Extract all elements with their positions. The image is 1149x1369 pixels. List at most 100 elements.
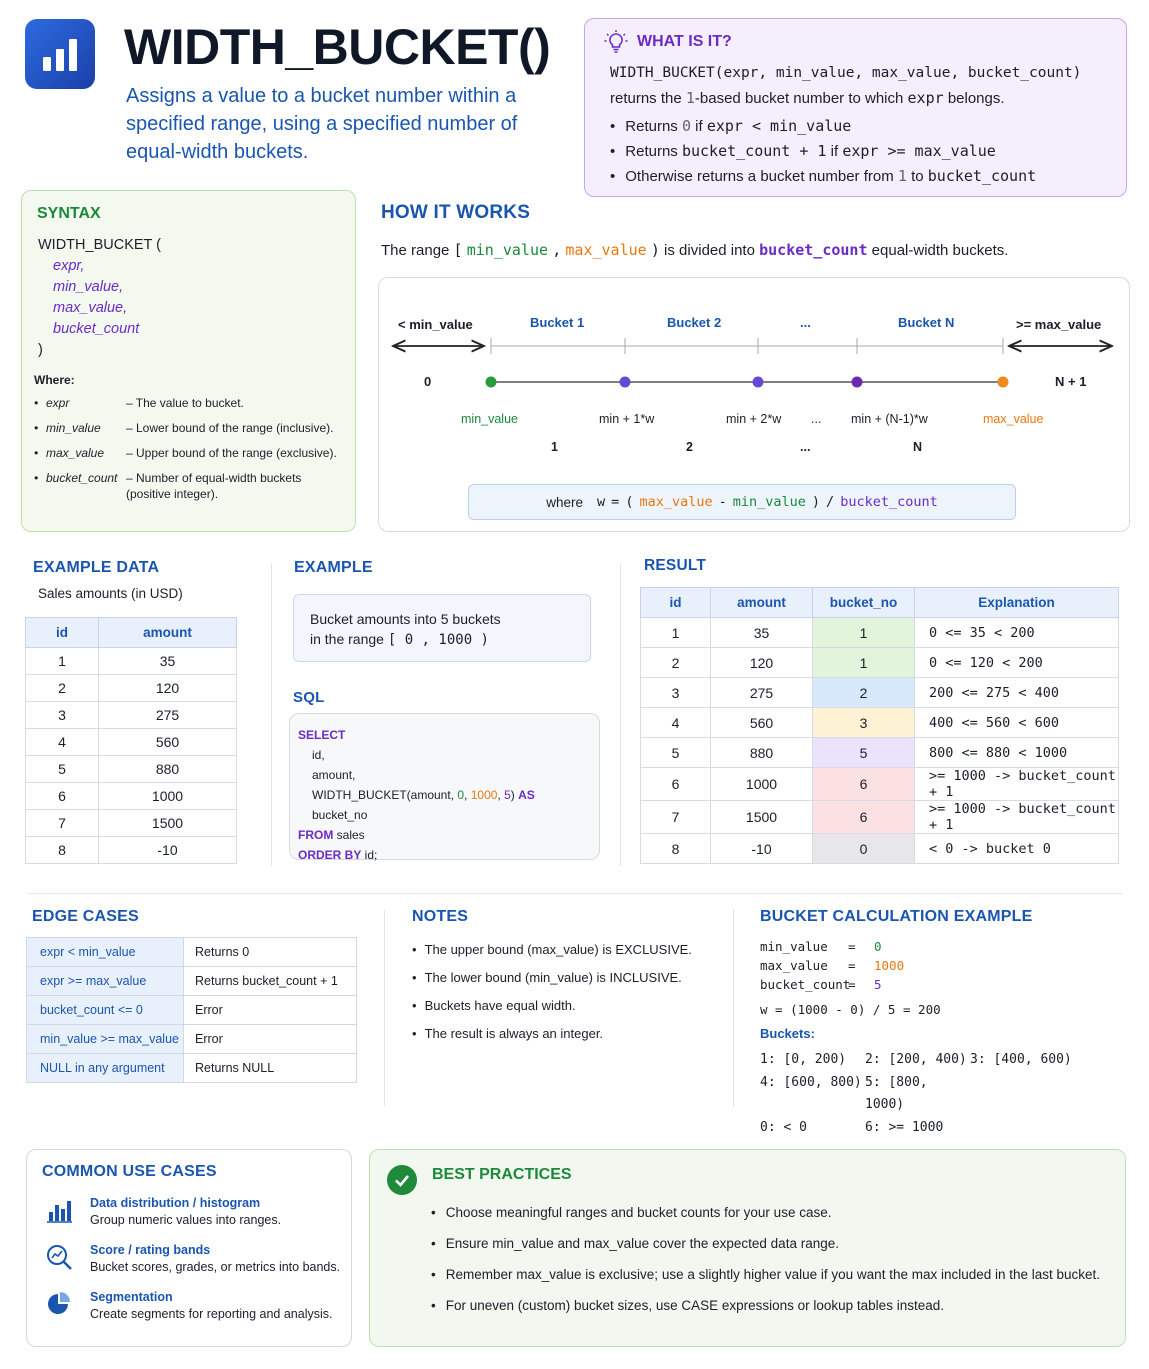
calc-var-value: 0 <box>874 939 882 954</box>
edge-case-result: Error <box>183 995 357 1025</box>
point-label-min: min_value <box>461 412 518 426</box>
table-cell: 35 <box>98 647 237 675</box>
list-item: Remember max_value is exclusive; use a s… <box>431 1267 1100 1298</box>
desc-text-mid: -based bucket number to which <box>694 90 908 107</box>
sql-from-line: FROM sales <box>298 825 591 845</box>
sql-column: amount, <box>312 768 356 782</box>
table-cell: 1500 <box>98 809 237 837</box>
lightbulb-icon <box>604 30 628 53</box>
definition-key: bucket_count <box>34 470 126 502</box>
example-data-title: EXAMPLE DATA <box>33 559 160 576</box>
list-item: Returns bucket_count + 1 if expr >= max_… <box>610 142 1036 163</box>
table-cell: -10 <box>98 836 237 864</box>
table-cell-explanation: 800 <= 880 < 1000 <box>914 737 1119 768</box>
notes-list: The upper bound (max_value) is EXCLUSIVE… <box>412 942 692 1054</box>
table-row: 5 880 5 800 <= 880 < 1000 <box>640 737 1119 768</box>
table-cell-bucket: 5 <box>812 737 915 768</box>
table-cell: 3 <box>25 701 99 729</box>
use-case-item: Segmentation Create segments for reportin… <box>45 1290 333 1321</box>
calc-var-name: min_value <box>760 939 828 954</box>
edge-case-condition: expr >= max_value <box>26 966 184 996</box>
table-row: 8 -10 0 < 0 -> bucket 0 <box>640 833 1119 864</box>
bracket: [ <box>453 241 463 259</box>
point-label-n1w: min + (N-1)*w <box>851 412 928 426</box>
formula-w: w <box>597 494 606 510</box>
point-2w <box>752 376 764 388</box>
where-label: Where: <box>34 373 75 387</box>
point-label-ellipsis: ... <box>811 412 822 426</box>
table-cell-id: 6 <box>640 767 711 801</box>
list-item: The lower bound (min_value) is INCLUSIVE… <box>412 970 692 998</box>
sql-column: id, <box>312 748 325 762</box>
example-data-table: id amount 1 35 2 120 3 275 4 560 5 880 6 1000 7 1500 8… <box>25 617 237 864</box>
bucket-count-code: bucket_count <box>759 241 868 259</box>
bucket-calc-vars: min_value = 0 max_value = 1000 bucket_count =… <box>760 937 941 1019</box>
definition-key: expr <box>34 395 126 411</box>
table-cell-amount: 880 <box>710 737 813 768</box>
divider <box>271 563 272 866</box>
syntax-panel: SYNTAX WIDTH_BUCKET ( expr, min_value, m… <box>21 190 356 532</box>
sql-keyword: AS <box>518 788 535 802</box>
calc-var-row: bucket_count = 5 <box>760 975 941 994</box>
edge-case-result: Returns 0 <box>183 937 357 967</box>
formula-eq: = <box>611 494 620 510</box>
table-row: bucket_count <= 0 Error <box>26 995 357 1025</box>
column-header: bucket_no <box>812 587 915 618</box>
syntax-arg: max_value, <box>53 300 128 316</box>
syntax-arg: expr, <box>53 258 85 274</box>
definition-row: bucket_count– Number of equal-width buck… <box>34 470 346 502</box>
example-description: Bucket amounts into 5 buckets in the ran… <box>293 594 591 662</box>
sql-keyword: ORDER BY <box>298 848 362 862</box>
syntax-close: ) <box>38 342 43 358</box>
edge-case-condition: min_value >= max_value <box>26 1024 184 1054</box>
max-point <box>997 376 1009 388</box>
formula-paren: ) <box>811 494 821 510</box>
calc-eq: = <box>848 939 856 954</box>
how-text: equal-width buckets. <box>867 242 1009 259</box>
list-item: Ensure min_value and max_value cover the… <box>431 1236 1100 1267</box>
bucket-number-1: 1 <box>551 440 558 454</box>
example-title: EXAMPLE <box>294 559 373 576</box>
calc-var-name: bucket_count <box>760 977 851 992</box>
bucket-calc-title: BUCKET CALCULATION EXAMPLE <box>760 908 1033 925</box>
bucket-range: 2: [200, 400) <box>865 1052 967 1067</box>
syntax-code: WIDTH_BUCKET ( expr, min_value, max_valu… <box>38 235 161 361</box>
use-case-item: Score / rating bands Bucket scores, grade… <box>45 1243 340 1274</box>
bullet-value: bucket_count + 1 <box>681 142 827 160</box>
table-cell-amount: 1500 <box>710 800 813 834</box>
edge-cases-table: expr < min_value Returns 0 expr >= max_val… <box>26 937 357 1083</box>
bucket-number-ellipsis: ... <box>800 440 811 454</box>
column-header: amount <box>710 587 813 618</box>
calc-var-row: max_value = 1000 <box>760 956 941 975</box>
bar-chart-icon <box>47 1201 72 1223</box>
table-row: expr < min_value Returns 0 <box>26 937 357 967</box>
sql-order-col: id; <box>361 848 378 862</box>
table-cell: 120 <box>98 674 237 702</box>
table-cell: 1000 <box>98 782 237 810</box>
point-1w <box>619 376 631 388</box>
formula-count: bucket_count <box>840 494 938 510</box>
number-line-diagram: < min_value Bucket 1 Bucket 2 ... Bucket… <box>378 277 1130 532</box>
what-is-it-panel: WHAT IS IT? WIDTH_BUCKET(expr, min_value… <box>584 18 1127 197</box>
table-row: 7 1500 6 >= 1000 -> bucket_count + 1 <box>640 800 1119 834</box>
table-cell-id: 7 <box>640 800 711 834</box>
width-formula: where w = ( max_value - min_value ) / bu… <box>468 484 1016 520</box>
bucket-range: 5: [800, 1000) <box>865 1074 928 1113</box>
section-divider <box>27 893 1122 894</box>
bullet-text: if <box>826 143 843 160</box>
table-row: 4 560 3 400 <= 560 < 600 <box>640 707 1119 738</box>
list-item: Otherwise returns a bucket number from 1… <box>610 167 1036 188</box>
table-cell-bucket: 3 <box>812 707 915 738</box>
table-row: min_value >= max_value Error <box>26 1024 357 1054</box>
result-title: RESULT <box>644 557 707 574</box>
function-signature: WIDTH_BUCKET(expr, min_value, max_value,… <box>610 65 1082 81</box>
table-cell: 4 <box>25 728 99 756</box>
max-value-code: max_value <box>565 241 647 259</box>
definition-key: max_value <box>34 445 126 461</box>
bucket-number-n: N <box>913 440 923 454</box>
table-row: 2 120 <box>25 674 237 702</box>
desc-expr: expr <box>907 89 944 107</box>
desc-one: 1 <box>685 89 695 107</box>
table-cell-id: 8 <box>640 833 711 864</box>
number-line-svg <box>379 338 1131 388</box>
